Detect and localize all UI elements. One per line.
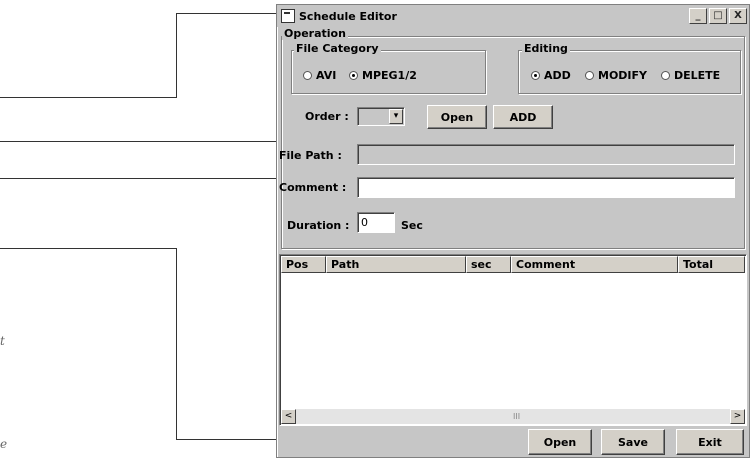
col-comment[interactable]: Comment xyxy=(511,256,678,273)
duration-label: Duration : xyxy=(287,219,350,232)
add-button[interactable]: ADD xyxy=(493,105,553,129)
radio-delete[interactable]: DELETE xyxy=(661,69,720,82)
editing-label: Editing xyxy=(522,42,570,55)
schedule-table[interactable]: Pos Path sec Comment Total < III > xyxy=(279,254,747,426)
radio-modify-indicator xyxy=(585,71,594,80)
radio-delete-indicator xyxy=(661,71,670,80)
title-bar[interactable]: Schedule Editor _ □ X xyxy=(277,5,749,27)
callout-line-1-top xyxy=(176,13,278,14)
schedule-editor-window: Schedule Editor _ □ X Operation File Cat… xyxy=(276,4,750,458)
footer-open-button[interactable]: Open xyxy=(528,429,592,455)
radio-add-label: ADD xyxy=(544,69,571,82)
scroll-left-icon[interactable]: < xyxy=(281,409,296,424)
comment-field[interactable] xyxy=(357,177,735,198)
operation-group-label: Operation xyxy=(282,27,348,40)
margin-char-1: t xyxy=(0,334,5,348)
close-icon[interactable]: X xyxy=(729,8,747,24)
callout-line-4-v xyxy=(176,248,177,440)
table-header: Pos Path sec Comment Total xyxy=(281,256,745,273)
radio-mpeg-label: MPEG1/2 xyxy=(362,69,417,82)
minimize-icon[interactable]: _ xyxy=(689,8,707,24)
order-select[interactable]: ▾ xyxy=(357,107,405,126)
radio-delete-label: DELETE xyxy=(674,69,721,82)
col-path[interactable]: Path xyxy=(326,256,466,273)
maximize-icon[interactable]: □ xyxy=(709,8,727,24)
radio-modify[interactable]: MODIFY xyxy=(585,69,647,82)
scroll-track[interactable]: III xyxy=(296,409,730,424)
radio-avi-indicator xyxy=(303,71,312,80)
open-file-button[interactable]: Open xyxy=(427,105,487,129)
app-icon xyxy=(281,9,295,23)
duration-field[interactable]: 0 xyxy=(357,212,395,233)
file-path-label: File Path : xyxy=(279,149,342,162)
radio-avi-label: AVI xyxy=(316,69,337,82)
radio-add-indicator xyxy=(531,71,540,80)
callout-line-1-v xyxy=(176,13,177,98)
duration-unit: Sec xyxy=(401,219,423,232)
scroll-thumb-grip: III xyxy=(513,412,521,421)
radio-mpeg-indicator xyxy=(349,71,358,80)
callout-line-4-h xyxy=(0,248,177,249)
col-total[interactable]: Total xyxy=(678,256,745,273)
exit-button[interactable]: Exit xyxy=(676,429,744,455)
margin-char-2: e xyxy=(0,437,8,451)
save-button[interactable]: Save xyxy=(601,429,665,455)
radio-avi[interactable]: AVI xyxy=(303,69,336,82)
radio-mpeg[interactable]: MPEG1/2 xyxy=(349,69,417,82)
col-pos[interactable]: Pos xyxy=(281,256,326,273)
comment-label: Comment : xyxy=(279,181,347,194)
window-title: Schedule Editor xyxy=(299,9,397,23)
radio-modify-label: MODIFY xyxy=(598,69,648,82)
file-category-label: File Category xyxy=(294,42,381,55)
scroll-right-icon[interactable]: > xyxy=(730,409,745,424)
order-label: Order : xyxy=(305,110,349,123)
chevron-down-icon[interactable]: ▾ xyxy=(389,109,403,124)
horizontal-scrollbar[interactable]: < III > xyxy=(281,409,745,424)
radio-add[interactable]: ADD xyxy=(531,69,571,82)
col-sec[interactable]: sec xyxy=(466,256,511,273)
callout-line-1-h xyxy=(0,97,177,98)
file-path-field[interactable] xyxy=(357,144,735,165)
